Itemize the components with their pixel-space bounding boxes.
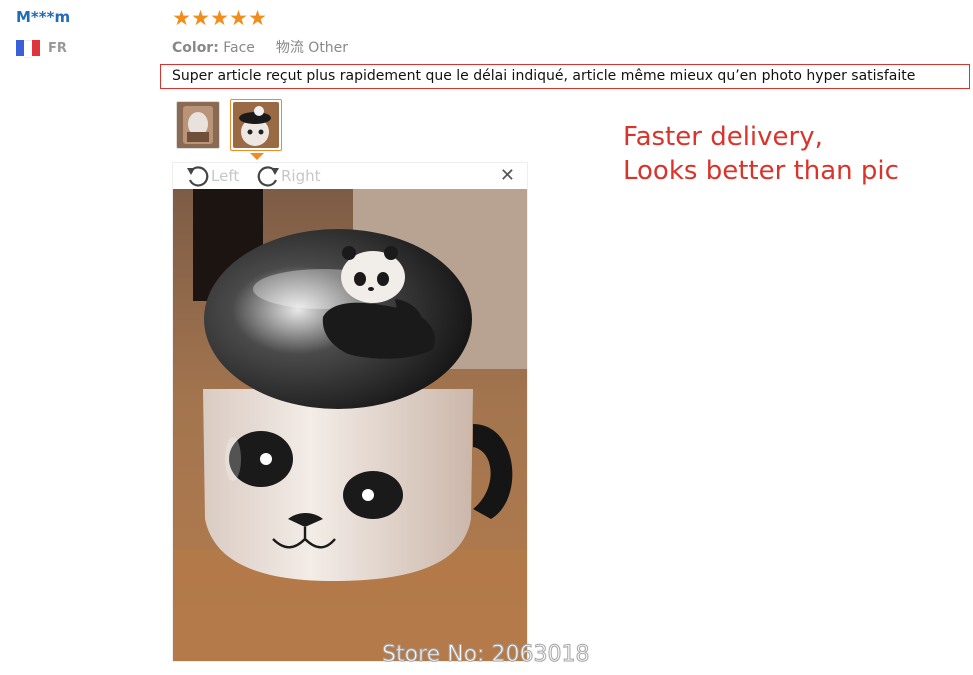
product-attributes: Color: Face 物流 Other [172,37,348,57]
selected-thumbnail-indicator [250,153,264,160]
star-icon: ★ [210,6,229,30]
review-annotation: Faster delivery, Looks better than pic [623,120,899,188]
country-code: FR [48,40,67,56]
store-watermark: Store No: 2063018 [381,642,590,668]
star-icon: ★ [191,6,210,30]
star-icon: ★ [248,6,267,30]
review-photo-thumbnail-2[interactable] [230,99,282,151]
rotate-right-icon [257,166,279,187]
thumbnail-1-image [177,102,219,148]
france-flag-icon [16,40,40,58]
star-icon: ★ [172,6,191,30]
rotate-right-button[interactable]: Right [255,164,321,188]
review-photo-thumbnail-1[interactable] [176,101,220,149]
photo-viewer-toolbar: Left Right ✕ [173,163,527,189]
color-attr-value: Face [223,40,255,56]
reviewer-country: FR [16,40,67,58]
rotate-left-icon [187,166,209,187]
thumbnail-2-image [233,102,279,148]
reviewer-name: M***m [16,8,71,26]
review-photo [173,189,527,661]
shipping-attr-label: 物流 [275,40,304,56]
star-icon: ★ [229,6,248,30]
panda-mug-photo [173,189,527,661]
close-viewer-button[interactable]: ✕ [500,165,515,186]
rotate-left-label: Left [211,167,240,185]
rotate-left-button[interactable]: Left [185,164,239,188]
rotate-right-label: Right [281,167,321,185]
star-rating: ★ ★ ★ ★ ★ [172,6,267,30]
review-text: Super article reçut plus rapidement que … [160,64,970,89]
color-attr-label: Color: [172,40,219,56]
photo-viewer: Left Right ✕ [172,162,528,662]
annotation-line-2: Looks better than pic [623,156,899,186]
shipping-attr-value: Other [308,40,349,56]
annotation-line-1: Faster delivery, [623,122,823,152]
